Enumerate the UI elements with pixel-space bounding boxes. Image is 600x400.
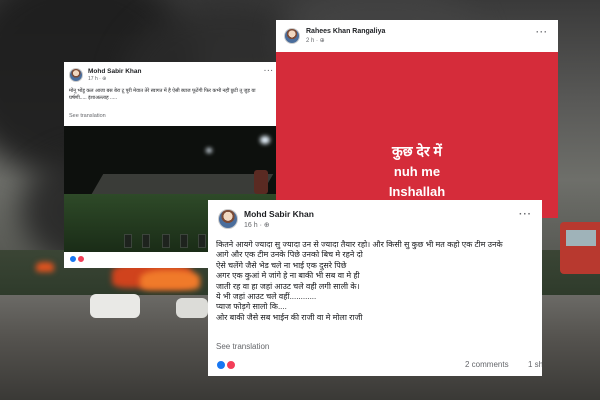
reactions[interactable]: [69, 255, 85, 263]
more-options-icon[interactable]: ···: [519, 209, 532, 220]
post-header: Rahees Khan Rangaliya 2 h · ⊕ ···: [276, 20, 558, 52]
more-options-icon[interactable]: ···: [536, 27, 548, 37]
shares-count[interactable]: 1 share: [528, 360, 542, 369]
post-author[interactable]: Mohd Sabir Khan: [244, 209, 314, 219]
colored-text-panel: कुछ देर में nuh me Inshallah: [276, 52, 558, 218]
video-light: [206, 148, 212, 153]
post-author[interactable]: Rahees Khan Rangaliya: [306, 28, 385, 35]
parked-car: [176, 298, 208, 318]
see-translation-link[interactable]: See translation: [216, 342, 269, 351]
fire: [36, 262, 54, 272]
post-text-line: जाती रह वा हा जहां आउट चले वही लगी साली …: [216, 281, 360, 291]
post-text-line: आगे और एक टीम उनके पिछे उनको बिच मे रहने…: [216, 250, 363, 260]
video-bin: [180, 234, 188, 248]
post-time[interactable]: 2 h · ⊕: [306, 37, 325, 44]
more-options-icon[interactable]: ···: [264, 68, 274, 75]
post-text-line: Inshallah: [388, 184, 446, 199]
post-text-line: मोनू भोंडू कल आजा बस बेरा टू पूरी मेवात …: [69, 88, 256, 94]
video-bin: [124, 234, 132, 248]
see-translation-link[interactable]: See translation: [69, 113, 106, 119]
facebook-post-text-background: Rahees Khan Rangaliya 2 h · ⊕ ··· कुछ दे…: [276, 20, 558, 218]
video-bin: [198, 234, 206, 248]
love-reaction-icon: [76, 255, 85, 263]
post-text-line: कितने आयगे ज्यादा सु ज्यादा उन से ज्यादा…: [216, 240, 503, 249]
bus-window: [566, 230, 596, 246]
video-figure: [254, 170, 268, 194]
post-author[interactable]: Mohd Sabir Khan: [88, 68, 141, 75]
post-text-line: ये भी जहां आउट चले वहीं............: [216, 292, 317, 302]
like-reaction-icon: [216, 360, 226, 370]
post-time[interactable]: 17 h · ⊕: [88, 76, 106, 82]
video-light: [260, 136, 270, 144]
comments-count[interactable]: 2 comments: [465, 360, 509, 369]
post-text-line: nuh me: [393, 164, 441, 179]
video-bin: [142, 234, 150, 248]
love-reaction-icon: [226, 360, 237, 370]
avatar[interactable]: [69, 68, 83, 82]
post-text-line: घर्षणी..... इंशाअल्लाह .....: [69, 95, 117, 101]
post-text-line: प्याज फोड़गे सालो कि....: [216, 302, 287, 312]
post-time[interactable]: 16 h · ⊕: [244, 221, 270, 229]
reactions[interactable]: [216, 360, 237, 370]
parked-car: [90, 294, 140, 318]
post-text: कितने आयगे ज्यादा सु ज्यादा उन से ज्यादा…: [216, 240, 538, 323]
post-text-line: कुछ देर में: [392, 143, 442, 159]
video-bin: [162, 234, 170, 248]
avatar[interactable]: [284, 28, 300, 44]
post-text-line: ओर बाकी जैसे सब भाईन की राजी वा मे मोला …: [216, 312, 363, 322]
facebook-post-text: Mohd Sabir Khan 16 h · ⊕ ··· कितने आयगे …: [208, 200, 542, 376]
post-text-line: अगर एक कुआं मे जांगे हे ना बाकी भी सब वा…: [216, 271, 360, 281]
fire: [140, 270, 200, 290]
like-reaction-icon: [69, 255, 77, 263]
post-text: मोनू भोंडू कल आजा बस बेरा टू पूरी मेवात …: [69, 88, 277, 102]
avatar[interactable]: [218, 209, 238, 229]
post-text-line: ऐसे चलेंगे जैसे भेड चले ना भाई एक दुसरे …: [216, 260, 347, 270]
